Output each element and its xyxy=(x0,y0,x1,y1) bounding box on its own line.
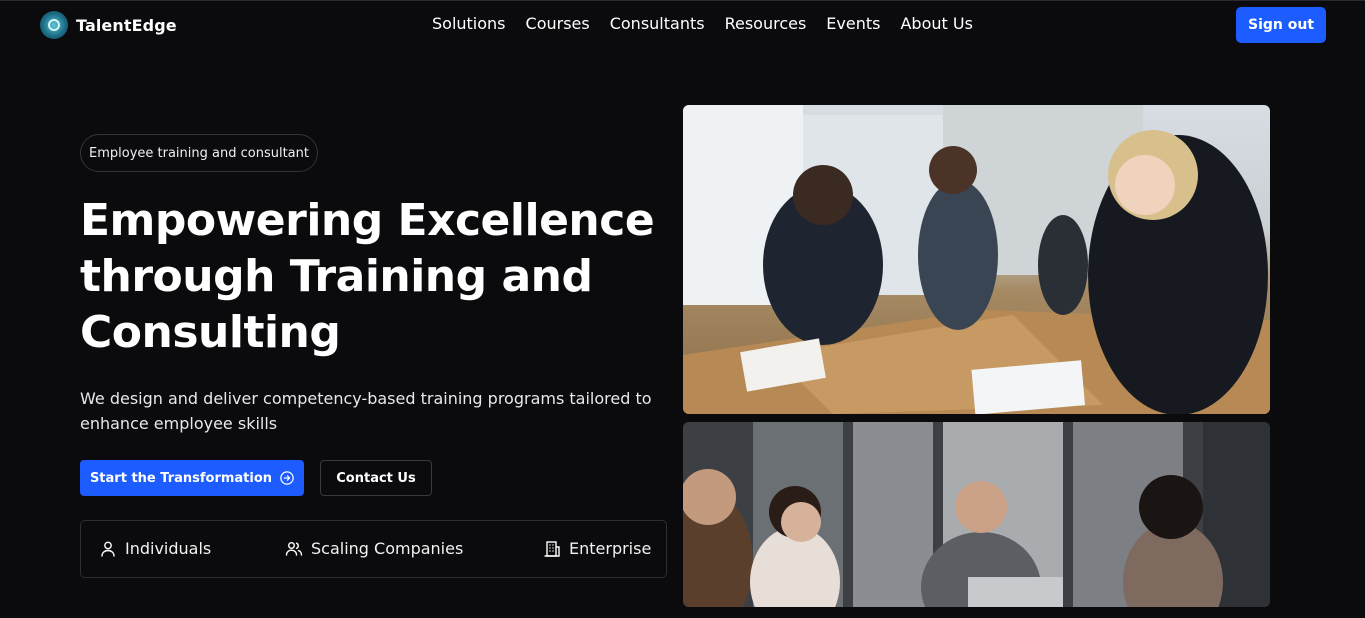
headline-line-1: Empowering Excellence xyxy=(80,195,655,246)
segment-scaling-companies[interactable]: Scaling Companies xyxy=(285,539,463,558)
nav-resources[interactable]: Resources xyxy=(725,14,807,33)
sign-out-button[interactable]: Sign out xyxy=(1236,7,1326,43)
start-transformation-label: Start the Transformation xyxy=(89,470,273,486)
hero-headline: Empowering Excellence through Training a… xyxy=(80,193,680,361)
office-discussion-illustration xyxy=(683,422,1270,607)
nav-consultants[interactable]: Consultants xyxy=(610,14,705,33)
segment-individuals-label: Individuals xyxy=(125,539,212,558)
headline-line-2: through Training and xyxy=(80,251,593,302)
nav-events[interactable]: Events xyxy=(826,14,880,33)
hero-subtitle: We design and deliver competency-based t… xyxy=(80,389,652,433)
brand-logo[interactable]: TalentEdge xyxy=(40,11,177,39)
top-border xyxy=(0,0,1365,1)
team-meeting-illustration xyxy=(683,105,1270,414)
brand-name: TalentEdge xyxy=(76,15,177,35)
segment-enterprise-label: Enterprise xyxy=(569,539,652,558)
users-icon xyxy=(285,541,303,556)
nav-solutions[interactable]: Solutions xyxy=(432,14,506,33)
user-icon xyxy=(101,541,115,557)
nav-courses[interactable]: Courses xyxy=(526,14,590,33)
building-icon xyxy=(544,540,560,557)
logo-icon xyxy=(40,11,68,39)
nav-about-us[interactable]: About Us xyxy=(900,14,972,33)
main-nav: Solutions Courses Consultants Resources … xyxy=(432,14,993,33)
segment-enterprise[interactable]: Enterprise xyxy=(543,539,651,558)
team-meeting-photo xyxy=(683,105,1270,414)
segment-scaling-companies-label: Scaling Companies xyxy=(311,539,464,558)
segment-individuals[interactable]: Individuals xyxy=(99,539,211,558)
hero-badge: Employee training and consultant xyxy=(80,134,318,172)
headline-line-3: Consulting xyxy=(80,307,341,358)
start-transformation-button[interactable]: Start the Transformation xyxy=(80,460,304,496)
office-discussion-photo xyxy=(683,422,1270,607)
contact-us-button[interactable]: Contact Us xyxy=(320,460,432,496)
arrow-circle-right-icon xyxy=(280,471,294,485)
audience-segments: Individuals Scaling Companies Enterprise xyxy=(80,520,667,578)
